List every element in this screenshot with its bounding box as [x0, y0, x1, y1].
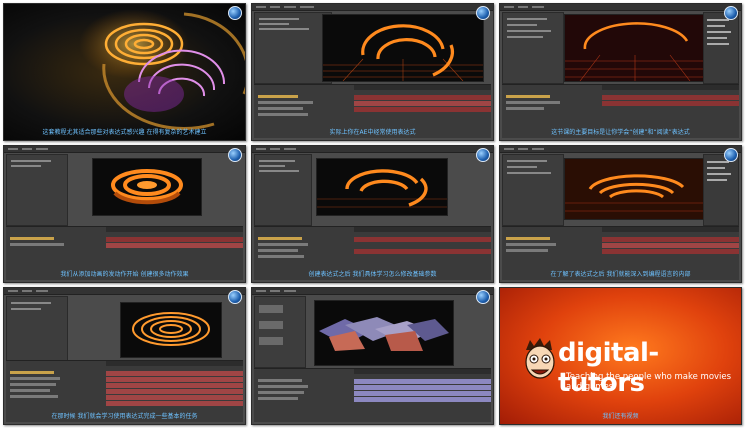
project-panel [6, 154, 68, 226]
thumbnail-4[interactable]: 我们从添加动画的发动作开始 创建很多动作效果 [3, 145, 246, 283]
tutorial-logo-icon [724, 148, 738, 162]
menu-bar [252, 4, 493, 11]
menu-bar [500, 146, 741, 153]
menu-bar [500, 4, 741, 11]
project-panel [254, 12, 332, 84]
subtitle: 在那时候 我们就会学习使用表达式完成一些基本的任务 [51, 413, 198, 420]
spiral-artwork [4, 4, 245, 140]
thumbnail-7[interactable]: 在那时候 我们就会学习使用表达式完成一些基本的任务 [3, 287, 246, 425]
effects-panel [703, 154, 739, 226]
thumbnail-1[interactable]: 这套教程尤其适合那些对表达式感兴趣 在得有复杂的艺术建立 [3, 3, 246, 141]
subtitle: 这节课的主要目标是让你学会“创建”和“阅读”表达式 [551, 129, 690, 136]
thumbnail-8[interactable] [251, 287, 494, 425]
menu-bar [4, 288, 245, 295]
subtitle: 我们还有视频 [602, 413, 639, 420]
composition-viewer [322, 14, 484, 82]
tutorial-logo-icon [228, 290, 242, 304]
brand-tagline: Teaching the people who make movies and … [566, 372, 732, 392]
ring-render-graphic [323, 24, 483, 81]
effects-panel [703, 12, 739, 84]
ring-render-graphic [111, 169, 183, 205]
subtitle: 实际上你在AE中经常使用表达式 [329, 129, 416, 136]
spiral-rings-graphic [79, 9, 245, 130]
tutorial-logo-icon [228, 148, 242, 162]
timeline-panel [254, 368, 491, 422]
tutorial-logo-icon [724, 6, 738, 20]
composition-viewer [92, 158, 202, 216]
project-panel [6, 296, 68, 368]
thumbnail-3[interactable]: 这节课的主要目标是让你学会“创建”和“阅读”表达式 [499, 3, 742, 141]
subtitle: 我们从添加动画的发动作开始 创建很多动作效果 [60, 271, 189, 278]
thumbnail-2[interactable]: 实际上你在AE中经常使用表达式 [251, 3, 494, 141]
tutorial-logo-icon [476, 6, 490, 20]
mascot-face-icon [525, 338, 555, 379]
composition-viewer [314, 300, 454, 366]
thumbnail-9-promo[interactable]: digital-tutors Teaching the people who m… [499, 287, 742, 425]
subtitle: 创建表达式之后 我们具体学习怎么修改基础参数 [308, 271, 437, 278]
tutorial-logo-icon [476, 148, 490, 162]
ring-render-graphic [132, 312, 210, 346]
subtitle: 在了解了表达式之后 我们就能深入到编程语言的内部 [550, 271, 691, 278]
composition-viewer [564, 158, 706, 220]
project-panel [502, 12, 564, 84]
ring-render-graphic [565, 15, 705, 81]
project-panel [254, 154, 312, 226]
ring-render-graphic [317, 169, 447, 208]
menu-bar [252, 288, 493, 295]
composition-viewer [316, 158, 448, 216]
card-wall-graphic [319, 317, 449, 351]
project-panel [502, 154, 564, 226]
menu-bar [4, 146, 245, 153]
tutorial-logo-icon [228, 6, 242, 20]
brand-promo: digital-tutors Teaching the people who m… [500, 288, 741, 424]
composition-viewer [120, 302, 222, 358]
thumbnail-6[interactable]: 在了解了表达式之后 我们就能深入到编程语言的内部 [499, 145, 742, 283]
tutorial-logo-icon [476, 290, 490, 304]
project-panel [254, 296, 306, 368]
subtitle: 这套教程尤其适合那些对表达式感兴趣 在得有复杂的艺术建立 [42, 129, 207, 136]
composition-viewer [564, 14, 706, 82]
menu-bar [252, 146, 493, 153]
video-thumbnail-grid: 这套教程尤其适合那些对表达式感兴趣 在得有复杂的艺术建立 实际上你在AE中经常使… [3, 3, 743, 425]
thumbnail-5[interactable]: 创建表达式之后 我们具体学习怎么修改基础参数 [251, 145, 494, 283]
ring-render-graphic [565, 159, 705, 219]
